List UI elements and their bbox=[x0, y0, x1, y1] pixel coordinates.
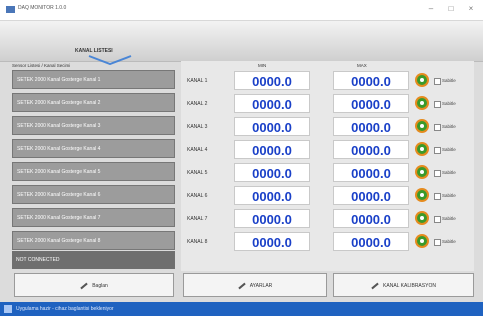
min-value: 0000.0 bbox=[234, 232, 310, 251]
settings-button-label: AYARLAR bbox=[249, 283, 273, 289]
max-value: 0000.0 bbox=[333, 94, 409, 113]
taskbar: Uygulama hazir - cihaz baglantisi beklen… bbox=[0, 302, 483, 316]
max-value: 0000.0 bbox=[333, 163, 409, 182]
chevron-down-icon[interactable] bbox=[88, 55, 132, 65]
channel-id: KANAL 4 bbox=[187, 147, 208, 153]
connect-button[interactable]: Baglan bbox=[14, 273, 174, 297]
pin-checkbox-label: Sabitle bbox=[442, 147, 456, 152]
close-button[interactable]: × bbox=[464, 3, 478, 15]
dial-icon[interactable] bbox=[414, 233, 430, 249]
channel-label[interactable]: SETEK 2000 Kanal Gosterge Kanal 6 bbox=[12, 185, 175, 204]
max-value: 0000.0 bbox=[333, 186, 409, 205]
logo-label: KANAL LISTESI bbox=[75, 48, 113, 54]
pin-checkbox-label: Sabitle bbox=[442, 124, 456, 129]
pin-checkbox-label: Sabitle bbox=[442, 170, 456, 175]
channel-label[interactable]: SETEK 2000 Kanal Gosterge Kanal 3 bbox=[12, 116, 175, 135]
settings-button[interactable]: AYARLAR bbox=[183, 273, 327, 297]
header-band bbox=[0, 21, 483, 62]
channel-panel bbox=[181, 61, 474, 271]
pin-checkbox-label: Sabitle bbox=[442, 78, 456, 83]
app-icon bbox=[6, 6, 15, 13]
channel-id: KANAL 8 bbox=[187, 239, 208, 245]
pencil-icon bbox=[371, 282, 379, 290]
channel-label[interactable]: SETEK 2000 Kanal Gosterge Kanal 8 bbox=[12, 231, 175, 250]
min-value: 0000.0 bbox=[234, 94, 310, 113]
pin-checkbox-label: Sabitle bbox=[442, 193, 456, 198]
max-value: 0000.0 bbox=[333, 209, 409, 228]
dial-icon[interactable] bbox=[414, 72, 430, 88]
minimize-button[interactable]: – bbox=[424, 3, 438, 15]
max-value: 0000.0 bbox=[333, 117, 409, 136]
dial-icon[interactable] bbox=[414, 118, 430, 134]
channel-id: KANAL 5 bbox=[187, 170, 208, 176]
maximize-button[interactable]: □ bbox=[444, 3, 458, 15]
dial-icon[interactable] bbox=[414, 141, 430, 157]
col-head-max: MAX bbox=[357, 63, 367, 68]
min-value: 0000.0 bbox=[234, 186, 310, 205]
channel-id: KANAL 2 bbox=[187, 101, 208, 107]
channel-label[interactable]: SETEK 2000 Kanal Gosterge Kanal 1 bbox=[12, 70, 175, 89]
dial-icon[interactable] bbox=[414, 164, 430, 180]
pin-checkbox-label: Sabitle bbox=[442, 239, 456, 244]
pin-checkbox[interactable] bbox=[434, 216, 441, 223]
channel-label[interactable]: SETEK 2000 Kanal Gosterge Kanal 5 bbox=[12, 162, 175, 181]
pin-checkbox[interactable] bbox=[434, 124, 441, 131]
pin-checkbox-label: Sabitle bbox=[442, 101, 456, 106]
min-value: 0000.0 bbox=[234, 71, 310, 90]
connect-button-label: Baglan bbox=[92, 283, 108, 289]
channel-id: KANAL 7 bbox=[187, 216, 208, 222]
connection-status: NOT CONNECTED bbox=[12, 251, 175, 269]
min-value: 0000.0 bbox=[234, 163, 310, 182]
pin-checkbox-label: Sabitle bbox=[442, 216, 456, 221]
min-value: 0000.0 bbox=[234, 140, 310, 159]
taskbar-text: Uygulama hazir - cihaz baglantisi beklen… bbox=[16, 306, 114, 312]
max-value: 0000.0 bbox=[333, 71, 409, 90]
pin-checkbox[interactable] bbox=[434, 78, 441, 85]
pin-checkbox[interactable] bbox=[434, 193, 441, 200]
dial-icon[interactable] bbox=[414, 210, 430, 226]
title-bar: DAQ MONITOR 1.0.0 – □ × bbox=[0, 0, 483, 21]
col-head-min: MIN bbox=[258, 63, 267, 68]
channel-label[interactable]: SETEK 2000 Kanal Gosterge Kanal 2 bbox=[12, 93, 175, 112]
pencil-icon bbox=[80, 282, 88, 290]
channel-id: KANAL 3 bbox=[187, 124, 208, 130]
channel-id: KANAL 6 bbox=[187, 193, 208, 199]
max-value: 0000.0 bbox=[333, 232, 409, 251]
list-header: Sensor Listesi / Kanal Secimi bbox=[12, 63, 71, 68]
channel-id: KANAL 1 bbox=[187, 78, 208, 84]
pin-checkbox[interactable] bbox=[434, 170, 441, 177]
pin-checkbox[interactable] bbox=[434, 239, 441, 246]
calibrate-button-label: KANAL KALIBRASYON bbox=[383, 283, 436, 289]
channel-label[interactable]: SETEK 2000 Kanal Gosterge Kanal 4 bbox=[12, 139, 175, 158]
min-value: 0000.0 bbox=[234, 117, 310, 136]
max-value: 0000.0 bbox=[333, 140, 409, 159]
dial-icon[interactable] bbox=[414, 95, 430, 111]
window-title: DAQ MONITOR 1.0.0 bbox=[18, 5, 67, 11]
pin-checkbox[interactable] bbox=[434, 101, 441, 108]
pencil-icon bbox=[237, 282, 246, 290]
taskbar-app-icon[interactable] bbox=[4, 305, 12, 313]
pin-checkbox[interactable] bbox=[434, 147, 441, 154]
calibrate-button[interactable]: KANAL KALIBRASYON bbox=[333, 273, 474, 297]
dial-icon[interactable] bbox=[414, 187, 430, 203]
min-value: 0000.0 bbox=[234, 209, 310, 228]
channel-label[interactable]: SETEK 2000 Kanal Gosterge Kanal 7 bbox=[12, 208, 175, 227]
